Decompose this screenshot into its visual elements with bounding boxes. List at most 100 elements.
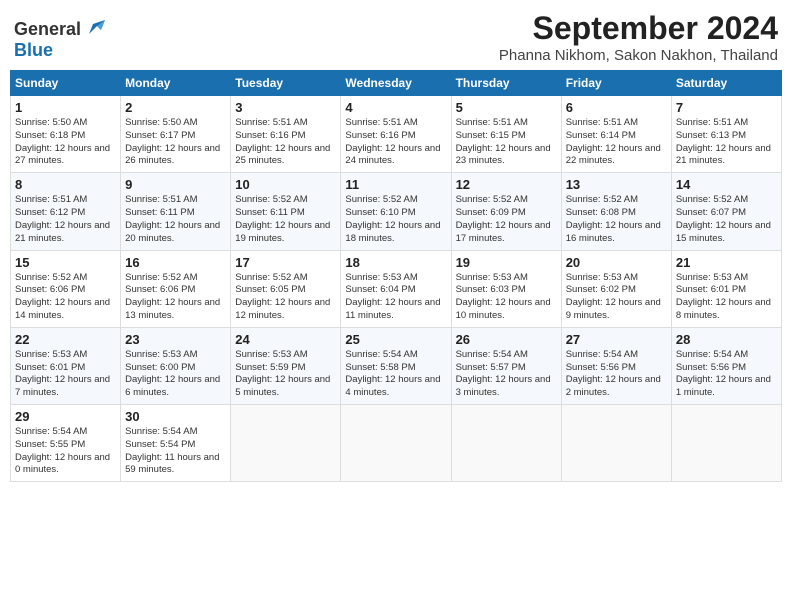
- month-title: September 2024: [499, 10, 778, 47]
- logo-general-text: General: [14, 19, 81, 40]
- day-content: Sunrise: 5:53 AMSunset: 6:03 PMDaylight:…: [456, 272, 557, 323]
- day-content: Sunrise: 5:52 AMSunset: 6:11 PMDaylight:…: [235, 194, 336, 245]
- day-content: Sunrise: 5:52 AMSunset: 6:10 PMDaylight:…: [345, 194, 446, 245]
- table-row: 28 Sunrise: 5:54 AMSunset: 5:56 PMDaylig…: [671, 327, 781, 404]
- day-number: 17: [235, 255, 336, 270]
- day-content: Sunrise: 5:51 AMSunset: 6:16 PMDaylight:…: [345, 117, 446, 168]
- day-content: Sunrise: 5:52 AMSunset: 6:06 PMDaylight:…: [15, 272, 116, 323]
- day-content: Sunrise: 5:54 AMSunset: 5:57 PMDaylight:…: [456, 349, 557, 400]
- day-number: 19: [456, 255, 557, 270]
- day-content: Sunrise: 5:52 AMSunset: 6:05 PMDaylight:…: [235, 272, 336, 323]
- table-row: 15 Sunrise: 5:52 AMSunset: 6:06 PMDaylig…: [11, 250, 121, 327]
- table-row: 6 Sunrise: 5:51 AMSunset: 6:14 PMDayligh…: [561, 96, 671, 173]
- col-tuesday: Tuesday: [231, 71, 341, 96]
- table-row: 11 Sunrise: 5:52 AMSunset: 6:10 PMDaylig…: [341, 173, 451, 250]
- day-content: Sunrise: 5:51 AMSunset: 6:16 PMDaylight:…: [235, 117, 336, 168]
- day-content: Sunrise: 5:53 AMSunset: 6:01 PMDaylight:…: [15, 349, 116, 400]
- day-content: Sunrise: 5:54 AMSunset: 5:55 PMDaylight:…: [15, 426, 116, 477]
- day-content: Sunrise: 5:54 AMSunset: 5:54 PMDaylight:…: [125, 426, 226, 477]
- logo-bird-icon: [83, 18, 105, 40]
- day-content: Sunrise: 5:51 AMSunset: 6:14 PMDaylight:…: [566, 117, 667, 168]
- day-content: Sunrise: 5:53 AMSunset: 6:04 PMDaylight:…: [345, 272, 446, 323]
- table-row: 8 Sunrise: 5:51 AMSunset: 6:12 PMDayligh…: [11, 173, 121, 250]
- table-row: 5 Sunrise: 5:51 AMSunset: 6:15 PMDayligh…: [451, 96, 561, 173]
- day-number: 24: [235, 332, 336, 347]
- day-content: Sunrise: 5:51 AMSunset: 6:12 PMDaylight:…: [15, 194, 116, 245]
- table-row: 1 Sunrise: 5:50 AMSunset: 6:18 PMDayligh…: [11, 96, 121, 173]
- day-content: Sunrise: 5:53 AMSunset: 6:01 PMDaylight:…: [676, 272, 777, 323]
- day-number: 11: [345, 177, 446, 192]
- col-friday: Friday: [561, 71, 671, 96]
- day-number: 13: [566, 177, 667, 192]
- table-row: [341, 405, 451, 482]
- table-row: 9 Sunrise: 5:51 AMSunset: 6:11 PMDayligh…: [121, 173, 231, 250]
- day-content: Sunrise: 5:54 AMSunset: 5:58 PMDaylight:…: [345, 349, 446, 400]
- table-row: 3 Sunrise: 5:51 AMSunset: 6:16 PMDayligh…: [231, 96, 341, 173]
- calendar-week-row: 1 Sunrise: 5:50 AMSunset: 6:18 PMDayligh…: [11, 96, 782, 173]
- day-number: 6: [566, 100, 667, 115]
- location-title: Phanna Nikhom, Sakon Nakhon, Thailand: [499, 47, 778, 64]
- table-row: 17 Sunrise: 5:52 AMSunset: 6:05 PMDaylig…: [231, 250, 341, 327]
- day-content: Sunrise: 5:51 AMSunset: 6:11 PMDaylight:…: [125, 194, 226, 245]
- day-number: 25: [345, 332, 446, 347]
- table-row: [231, 405, 341, 482]
- day-content: Sunrise: 5:50 AMSunset: 6:17 PMDaylight:…: [125, 117, 226, 168]
- table-row: 13 Sunrise: 5:52 AMSunset: 6:08 PMDaylig…: [561, 173, 671, 250]
- table-row: [671, 405, 781, 482]
- logo-blue-text: Blue: [14, 40, 53, 61]
- day-number: 18: [345, 255, 446, 270]
- calendar-header-row: Sunday Monday Tuesday Wednesday Thursday…: [11, 71, 782, 96]
- day-content: Sunrise: 5:53 AMSunset: 6:00 PMDaylight:…: [125, 349, 226, 400]
- calendar-week-row: 29 Sunrise: 5:54 AMSunset: 5:55 PMDaylig…: [11, 405, 782, 482]
- day-number: 16: [125, 255, 226, 270]
- day-number: 9: [125, 177, 226, 192]
- day-number: 20: [566, 255, 667, 270]
- day-number: 8: [15, 177, 116, 192]
- day-content: Sunrise: 5:53 AMSunset: 6:02 PMDaylight:…: [566, 272, 667, 323]
- table-row: 20 Sunrise: 5:53 AMSunset: 6:02 PMDaylig…: [561, 250, 671, 327]
- logo: General Blue: [14, 18, 105, 61]
- day-number: 7: [676, 100, 777, 115]
- col-thursday: Thursday: [451, 71, 561, 96]
- day-number: 14: [676, 177, 777, 192]
- table-row: 18 Sunrise: 5:53 AMSunset: 6:04 PMDaylig…: [341, 250, 451, 327]
- table-row: 16 Sunrise: 5:52 AMSunset: 6:06 PMDaylig…: [121, 250, 231, 327]
- calendar-week-row: 8 Sunrise: 5:51 AMSunset: 6:12 PMDayligh…: [11, 173, 782, 250]
- day-number: 4: [345, 100, 446, 115]
- day-number: 28: [676, 332, 777, 347]
- col-sunday: Sunday: [11, 71, 121, 96]
- table-row: 14 Sunrise: 5:52 AMSunset: 6:07 PMDaylig…: [671, 173, 781, 250]
- table-row: 27 Sunrise: 5:54 AMSunset: 5:56 PMDaylig…: [561, 327, 671, 404]
- day-content: Sunrise: 5:51 AMSunset: 6:15 PMDaylight:…: [456, 117, 557, 168]
- day-number: 27: [566, 332, 667, 347]
- col-monday: Monday: [121, 71, 231, 96]
- day-content: Sunrise: 5:52 AMSunset: 6:09 PMDaylight:…: [456, 194, 557, 245]
- table-row: 2 Sunrise: 5:50 AMSunset: 6:17 PMDayligh…: [121, 96, 231, 173]
- title-area: September 2024 Phanna Nikhom, Sakon Nakh…: [499, 10, 778, 64]
- day-content: Sunrise: 5:52 AMSunset: 6:07 PMDaylight:…: [676, 194, 777, 245]
- header: General Blue September 2024 Phanna Nikho…: [10, 10, 782, 64]
- table-row: [451, 405, 561, 482]
- day-content: Sunrise: 5:52 AMSunset: 6:08 PMDaylight:…: [566, 194, 667, 245]
- day-content: Sunrise: 5:54 AMSunset: 5:56 PMDaylight:…: [676, 349, 777, 400]
- calendar-week-row: 22 Sunrise: 5:53 AMSunset: 6:01 PMDaylig…: [11, 327, 782, 404]
- day-number: 21: [676, 255, 777, 270]
- day-content: Sunrise: 5:54 AMSunset: 5:56 PMDaylight:…: [566, 349, 667, 400]
- day-content: Sunrise: 5:51 AMSunset: 6:13 PMDaylight:…: [676, 117, 777, 168]
- calendar-table: Sunday Monday Tuesday Wednesday Thursday…: [10, 70, 782, 482]
- day-number: 5: [456, 100, 557, 115]
- day-number: 3: [235, 100, 336, 115]
- table-row: 25 Sunrise: 5:54 AMSunset: 5:58 PMDaylig…: [341, 327, 451, 404]
- day-content: Sunrise: 5:53 AMSunset: 5:59 PMDaylight:…: [235, 349, 336, 400]
- table-row: 23 Sunrise: 5:53 AMSunset: 6:00 PMDaylig…: [121, 327, 231, 404]
- day-number: 22: [15, 332, 116, 347]
- table-row: 26 Sunrise: 5:54 AMSunset: 5:57 PMDaylig…: [451, 327, 561, 404]
- table-row: 7 Sunrise: 5:51 AMSunset: 6:13 PMDayligh…: [671, 96, 781, 173]
- day-number: 12: [456, 177, 557, 192]
- table-row: 24 Sunrise: 5:53 AMSunset: 5:59 PMDaylig…: [231, 327, 341, 404]
- col-wednesday: Wednesday: [341, 71, 451, 96]
- col-saturday: Saturday: [671, 71, 781, 96]
- day-number: 23: [125, 332, 226, 347]
- calendar-week-row: 15 Sunrise: 5:52 AMSunset: 6:06 PMDaylig…: [11, 250, 782, 327]
- table-row: 19 Sunrise: 5:53 AMSunset: 6:03 PMDaylig…: [451, 250, 561, 327]
